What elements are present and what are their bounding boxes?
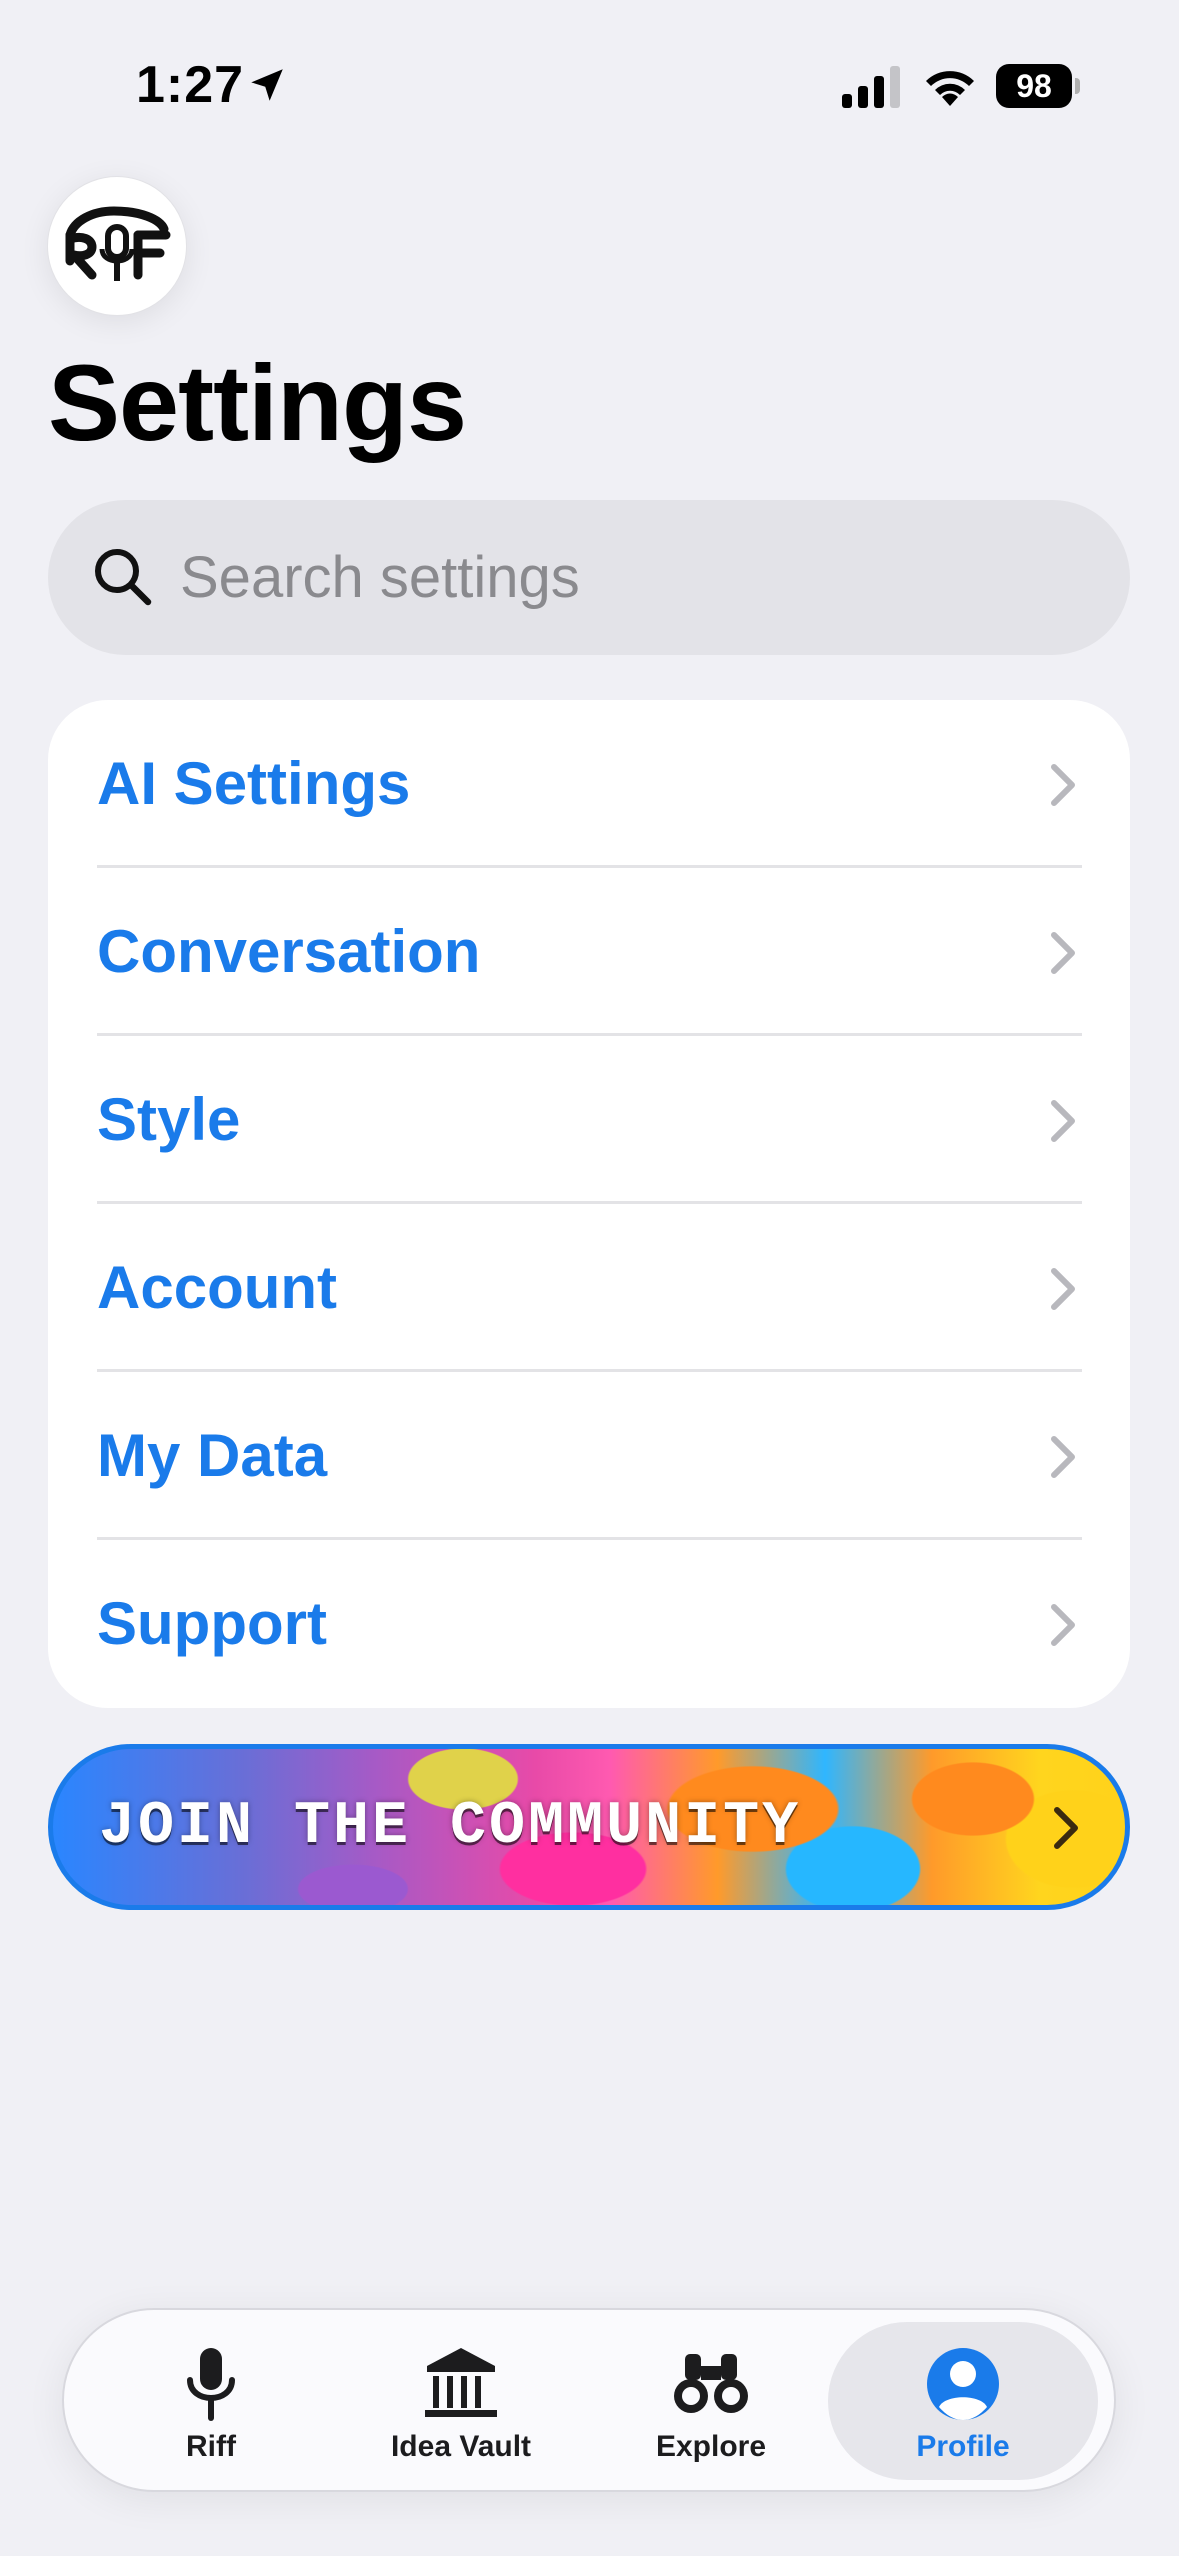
- search-icon: [95, 549, 152, 606]
- bank-icon: [425, 2348, 497, 2417]
- chevron-right-icon: [1051, 764, 1075, 806]
- search-input[interactable]: [180, 500, 1080, 655]
- battery-indicator: 98: [996, 64, 1080, 108]
- settings-item-support[interactable]: Support: [48, 1540, 1130, 1708]
- settings-item-my-data[interactable]: My Data: [48, 1372, 1130, 1540]
- tab-bar: Riff Idea Vault Explore Profile: [62, 2308, 1116, 2492]
- settings-item-label: AI Settings: [97, 750, 411, 817]
- status-bar: 1:27 98: [0, 0, 1179, 170]
- search-bar[interactable]: [48, 500, 1130, 655]
- cellular-signal-icon: [842, 66, 900, 108]
- battery-tip: [1075, 78, 1080, 94]
- settings-item-label: Style: [97, 1086, 241, 1153]
- settings-item-label: Support: [97, 1590, 327, 1657]
- settings-item-label: Account: [97, 1254, 337, 1321]
- settings-item-conversation[interactable]: Conversation: [48, 868, 1130, 1036]
- tab-idea-vault[interactable]: Idea Vault: [326, 2322, 596, 2480]
- status-time: 1:27: [136, 56, 245, 114]
- tab-label: Riff: [186, 2430, 236, 2463]
- tab-riff[interactable]: Riff: [76, 2322, 346, 2480]
- tab-label: Explore: [655, 2430, 767, 2463]
- chevron-right-icon: [1051, 1100, 1075, 1142]
- chevron-right-icon: [1051, 1604, 1075, 1646]
- app-logo[interactable]: [47, 176, 187, 316]
- wifi-icon: [926, 71, 974, 106]
- riff-logo-icon: [65, 206, 171, 281]
- chevron-right-icon: [1054, 1807, 1078, 1849]
- battery-level: 98: [996, 64, 1072, 108]
- tab-label: Profile: [916, 2430, 1010, 2463]
- chevron-right-icon: [1051, 932, 1075, 974]
- page-title: Settings: [48, 342, 467, 463]
- binoculars-icon: [674, 2354, 748, 2413]
- settings-item-account[interactable]: Account: [48, 1204, 1130, 1372]
- tab-explore[interactable]: Explore: [576, 2322, 846, 2480]
- chevron-right-icon: [1051, 1436, 1075, 1478]
- settings-list: AI Settings Conversation Style Account M…: [48, 700, 1130, 1708]
- tab-label: Idea Vault: [390, 2430, 532, 2463]
- location-arrow-icon: [251, 69, 283, 101]
- settings-item-label: My Data: [97, 1422, 328, 1489]
- tab-profile[interactable]: Profile: [828, 2322, 1098, 2480]
- person-circle-icon: [927, 2348, 999, 2420]
- chevron-right-icon: [1051, 1268, 1075, 1310]
- settings-item-ai-settings[interactable]: AI Settings: [48, 700, 1130, 868]
- settings-item-style[interactable]: Style: [48, 1036, 1130, 1204]
- settings-item-label: Conversation: [97, 918, 481, 985]
- microphone-icon: [187, 2348, 235, 2421]
- join-community-button[interactable]: JOIN THE COMMUNITY: [48, 1744, 1130, 1910]
- community-label: JOIN THE COMMUNITY: [99, 1793, 802, 1861]
